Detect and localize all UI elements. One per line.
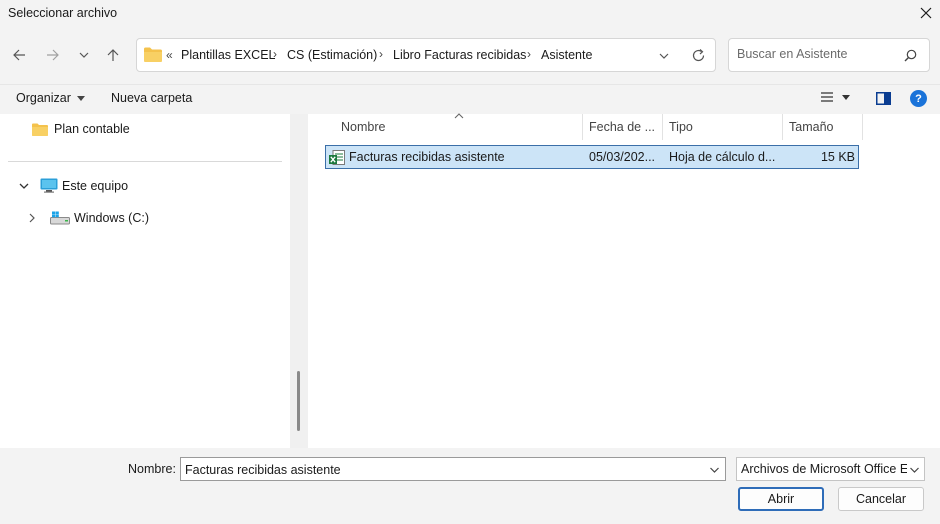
open-button[interactable]: Abrir <box>738 487 824 511</box>
column-divider[interactable] <box>782 114 783 140</box>
breadcrumb-overflow[interactable]: « <box>166 48 173 62</box>
chevron-down-icon[interactable] <box>909 465 920 475</box>
up-button[interactable] <box>100 42 126 68</box>
chevron-down-icon[interactable] <box>658 50 670 62</box>
help-icon[interactable]: ? <box>910 90 927 107</box>
column-divider[interactable] <box>662 114 663 140</box>
excel-file-icon <box>329 150 345 165</box>
breadcrumb-separator: › <box>273 47 277 61</box>
monitor-icon <box>40 178 58 193</box>
search-icon[interactable] <box>904 49 917 62</box>
breadcrumb-item[interactable]: Libro Facturas recibidas <box>393 48 526 62</box>
navigation-pane: Plan contable Este equipo Windows (C:) <box>0 114 290 448</box>
preview-pane-button[interactable] <box>874 90 892 106</box>
recent-locations-button[interactable] <box>71 42 97 68</box>
folder-icon <box>32 123 48 136</box>
folder-icon <box>144 47 162 62</box>
chevron-down-icon <box>79 52 89 58</box>
file-type: Hoja de cálculo d... <box>669 150 776 164</box>
organize-menu-button[interactable]: Organizar <box>16 91 85 105</box>
caret-down-icon <box>76 95 85 101</box>
drive-icon <box>50 211 70 225</box>
nav-item-label: Plan contable <box>54 122 130 136</box>
column-divider[interactable] <box>582 114 583 140</box>
column-header-name[interactable]: Nombre <box>341 120 385 134</box>
window-title: Seleccionar archivo <box>8 6 118 20</box>
nav-item-label: Windows (C:) <box>74 211 150 225</box>
new-folder-button[interactable]: Nueva carpeta <box>111 91 192 105</box>
file-size: 15 KB <box>820 150 855 164</box>
address-bar[interactable]: « Plantillas EXCEL › CS (Estimación) › L… <box>136 38 716 72</box>
nav-scrollbar-thumb[interactable] <box>297 371 300 431</box>
search-box[interactable] <box>728 38 930 72</box>
arrow-up-icon <box>107 49 119 61</box>
file-name-input[interactable]: Facturas recibidas asistente <box>185 463 341 477</box>
refresh-icon[interactable] <box>691 48 706 63</box>
close-button[interactable] <box>912 0 940 26</box>
view-options-button[interactable] <box>820 91 850 103</box>
caret-down-icon <box>842 94 850 100</box>
preview-pane-icon <box>875 91 891 105</box>
search-input[interactable] <box>737 47 897 61</box>
file-name-combobox[interactable]: Facturas recibidas asistente <box>180 457 726 481</box>
cancel-button[interactable]: Cancelar <box>838 487 924 511</box>
arrow-left-icon <box>13 49 25 61</box>
breadcrumb-separator: › <box>379 47 383 61</box>
breadcrumb-item[interactable]: Asistente <box>541 48 592 62</box>
nav-item-label: Este equipo <box>62 178 129 193</box>
column-header-date[interactable]: Fecha de ... <box>589 120 655 134</box>
file-date: 05/03/202... <box>589 150 656 164</box>
nav-item-windows-c[interactable]: Windows (C:) <box>26 211 149 225</box>
file-name-label: Nombre: <box>128 462 176 476</box>
arrow-right-icon <box>47 49 59 61</box>
nav-item-plan-contable[interactable]: Plan contable <box>32 122 130 136</box>
column-header-size[interactable]: Tamaño <box>789 120 833 134</box>
column-header-type[interactable]: Tipo <box>669 120 693 134</box>
close-icon <box>920 7 932 19</box>
list-view-icon <box>821 92 833 102</box>
chevron-right-icon[interactable] <box>26 212 38 224</box>
organize-label: Organizar <box>16 91 71 105</box>
nav-item-este-equipo[interactable]: Este equipo <box>18 178 128 193</box>
title-bar <box>0 0 940 28</box>
breadcrumb-separator: › <box>527 47 531 61</box>
back-button[interactable] <box>6 42 32 68</box>
sort-ascending-icon <box>454 113 464 119</box>
column-divider[interactable] <box>862 114 863 140</box>
file-name: Facturas recibidas asistente <box>349 150 505 164</box>
forward-button[interactable] <box>40 42 66 68</box>
chevron-down-icon[interactable] <box>709 465 720 475</box>
chevron-down-icon[interactable] <box>18 180 30 192</box>
breadcrumb-item[interactable]: CS (Estimación) <box>287 48 377 62</box>
file-row-selected[interactable]: Facturas recibidas asistente 05/03/202..… <box>325 145 859 169</box>
divider <box>8 161 282 162</box>
breadcrumb-item[interactable]: Plantillas EXCEL <box>181 48 276 62</box>
file-type-filter-select[interactable]: Archivos de Microsoft Office Ex <box>736 457 925 481</box>
file-type-filter-value: Archivos de Microsoft Office Ex <box>741 462 907 476</box>
